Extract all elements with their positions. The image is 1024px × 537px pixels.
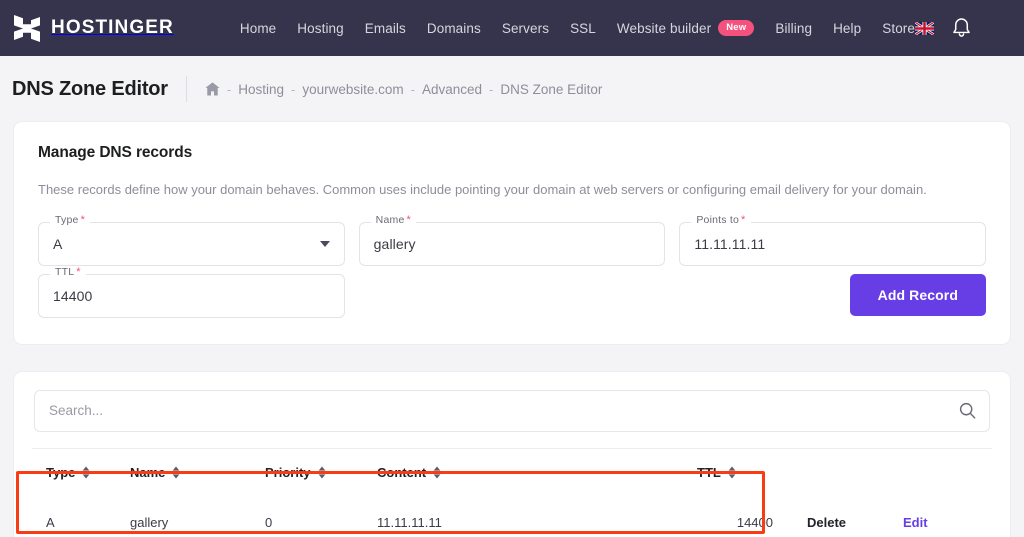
sort-arrows-icon[interactable] (433, 466, 441, 479)
column-header-priority-label: Priority (265, 464, 311, 480)
hostinger-logo-link[interactable]: HOSTINGER (14, 14, 174, 42)
search-box[interactable] (34, 389, 990, 432)
nav-item-ssl[interactable]: SSL (570, 21, 596, 36)
hostinger-h-logo-icon (14, 14, 40, 42)
required-asterisk: * (76, 265, 81, 278)
name-input[interactable]: Name * gallery (358, 214, 666, 266)
page-title: DNS Zone Editor (12, 77, 168, 100)
name-input-value: gallery (373, 235, 416, 252)
delete-record-button[interactable]: Delete (807, 496, 903, 537)
table-header-row: Type Name Priority Content TTL (32, 449, 992, 496)
sort-arrows-icon[interactable] (728, 466, 736, 479)
nav-right-actions (915, 17, 1016, 40)
add-record-form: Type * A TTL * 14400 Name * gallery Poin… (38, 214, 987, 318)
column-header-delete (807, 449, 903, 496)
breadcrumb-separator: - (489, 81, 494, 97)
points-to-input-value: 11.11.11.11 (694, 235, 766, 252)
ttl-input[interactable]: TTL * 14400 (38, 266, 345, 318)
nav-item-servers[interactable]: Servers (502, 21, 549, 36)
nav-item-help[interactable]: Help (833, 21, 861, 36)
nav-item-website-builder-label[interactable]: Website builder (617, 21, 711, 36)
name-label-text: Name (375, 213, 405, 226)
type-field-label: Type * (50, 213, 91, 226)
column-header-content-label: Content (377, 464, 427, 480)
records-table-area: Type Name Priority Content TTL A gallery… (32, 449, 992, 537)
cell-type: A (46, 514, 55, 530)
nav-item-store[interactable]: Store (882, 21, 915, 36)
ttl-input-value: 14400 (53, 287, 93, 304)
manage-dns-records-card: Manage DNS records These records define … (14, 122, 1010, 344)
search-input[interactable] (49, 403, 975, 418)
nav-item-website-builder[interactable]: Website builder New (617, 20, 755, 36)
manage-records-description: These records define how your domain beh… (38, 182, 927, 197)
table-body: A gallery 0 11.11.11.11 14400 Delete Edi… (32, 496, 992, 537)
cell-name: gallery (130, 514, 169, 530)
type-label-text: Type (55, 213, 79, 226)
column-header-name-label: Name (130, 464, 166, 480)
column-header-type[interactable]: Type (32, 449, 130, 496)
add-record-button-row: Add Record (679, 273, 987, 316)
cell-priority: 0 (265, 514, 273, 530)
points-to-field-label: Points to * (691, 213, 751, 226)
edit-record-button[interactable]: Edit (903, 496, 992, 537)
form-column-right: Points to * 11.11.11.11 Add Record (679, 214, 987, 318)
breadcrumb-item-advanced[interactable]: Advanced (422, 82, 482, 97)
manage-records-title: Manage DNS records (38, 144, 193, 161)
new-badge: New (718, 20, 755, 36)
column-header-type-label: Type (46, 464, 76, 480)
nav-item-home[interactable]: Home (240, 21, 276, 36)
ttl-field-label: TTL * (50, 265, 86, 278)
nav-item-emails[interactable]: Emails (365, 21, 406, 36)
uk-flag-icon[interactable] (915, 21, 935, 35)
required-asterisk: * (406, 213, 411, 226)
form-column-left: Type * A TTL * 14400 (38, 214, 345, 318)
name-field-label: Name * (370, 213, 416, 226)
sort-arrows-icon[interactable] (318, 466, 326, 479)
breadcrumb-item-hosting[interactable]: Hosting (238, 82, 284, 97)
brand-name: HOSTINGER (51, 17, 174, 38)
column-header-priority[interactable]: Priority (265, 449, 377, 496)
home-icon[interactable] (205, 82, 220, 96)
type-select[interactable]: Type * A (38, 214, 345, 266)
breadcrumb-item-domain[interactable]: yourwebsite.com (302, 82, 403, 97)
primary-nav: Home Hosting Emails Domains Servers SSL … (240, 20, 915, 36)
header-divider (185, 76, 187, 102)
breadcrumb-item-current[interactable]: DNS Zone Editor (500, 82, 602, 97)
ttl-label-text: TTL (55, 265, 75, 278)
points-to-input[interactable]: Points to * 11.11.11.11 (679, 214, 987, 266)
breadcrumb-separator: - (226, 81, 232, 97)
nav-item-billing[interactable]: Billing (775, 21, 812, 36)
column-header-edit (903, 449, 992, 496)
dns-records-table: Type Name Priority Content TTL A gallery… (32, 449, 992, 537)
column-header-ttl-label: TTL (697, 464, 721, 480)
form-column-middle: Name * gallery (358, 214, 666, 318)
top-navigation-bar: HOSTINGER Home Hosting Emails Domains Se… (0, 0, 1024, 56)
add-record-button[interactable]: Add Record (849, 273, 987, 316)
chevron-down-icon[interactable] (319, 240, 330, 247)
cell-content: 11.11.11.11 (377, 514, 442, 530)
breadcrumb: - Hosting - yourwebsite.com - Advanced -… (205, 81, 602, 97)
column-header-ttl[interactable]: TTL (697, 449, 807, 496)
breadcrumb-separator: - (291, 81, 296, 97)
sort-arrows-icon[interactable] (172, 466, 180, 479)
column-header-name[interactable]: Name (130, 449, 265, 496)
dns-records-table-card: Type Name (14, 371, 1010, 537)
nav-item-hosting[interactable]: Hosting (297, 21, 343, 36)
page-header: DNS Zone Editor - Hosting - yourwebsite.… (0, 56, 1024, 122)
points-to-label-text: Points to (696, 213, 740, 226)
notification-bell-icon[interactable] (951, 17, 972, 40)
table-row[interactable]: A gallery 0 11.11.11.11 14400 Delete Edi… (32, 496, 992, 537)
table-head: Type Name Priority Content TTL (32, 449, 992, 496)
required-asterisk: * (80, 213, 86, 226)
required-asterisk: * (741, 213, 746, 226)
nav-item-domains[interactable]: Domains (427, 21, 481, 36)
breadcrumb-separator: - (410, 81, 415, 97)
cell-ttl: 14400 (736, 514, 773, 530)
sort-arrows-icon[interactable] (82, 466, 90, 479)
column-header-content[interactable]: Content (377, 449, 697, 496)
type-select-value: A (53, 235, 63, 252)
search-icon[interactable] (959, 402, 976, 419)
